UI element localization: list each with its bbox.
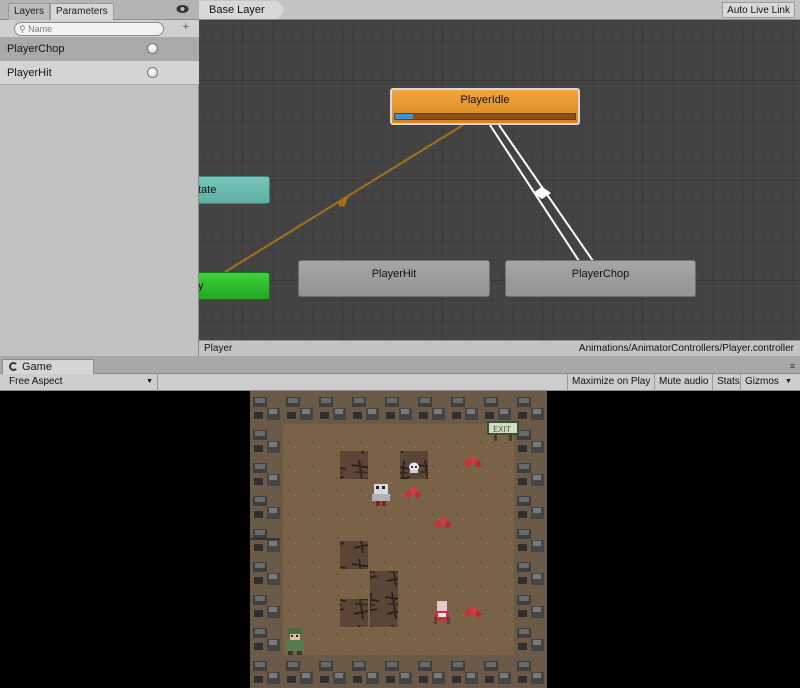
game-controller-icon	[9, 362, 18, 371]
aspect-dropdown[interactable]: Free Aspect ▼	[0, 374, 158, 390]
chevron-down-icon: ▼	[146, 378, 153, 385]
game-viewport[interactable]: EXIT	[0, 391, 800, 688]
state-label: PlayerChop	[571, 268, 630, 280]
controller-name: Player	[204, 343, 233, 354]
game-tabbar: Game ≡	[0, 356, 800, 374]
outer-wall-right	[514, 391, 547, 688]
panel-menu-icon[interactable]: ≡	[790, 361, 795, 371]
outer-wall-bottom	[250, 655, 547, 688]
animator-graph[interactable]: Base Layer Auto Live Link PlayerIdle tat…	[199, 0, 800, 356]
state-player-chop[interactable]: PlayerChop	[505, 260, 696, 297]
search-icon: ⚲	[19, 24, 26, 34]
gizmos-label: Gizmos	[745, 376, 779, 387]
state-label: PlayerHit	[371, 268, 417, 280]
state-label: tate	[199, 184, 217, 196]
exit-sign-label: EXIT	[493, 425, 511, 434]
chevron-down-icon: ▼	[784, 378, 792, 385]
game-toolbar: Free Aspect ▼ Maximize on Play Mute audi…	[0, 374, 800, 391]
search-placeholder: Name	[28, 24, 53, 34]
aspect-value: Free Aspect	[9, 376, 63, 387]
auto-live-link-button[interactable]: Auto Live Link	[722, 2, 795, 18]
panel-tabbar: Layers Parameters	[0, 0, 199, 20]
tab-game[interactable]: Game	[2, 359, 94, 374]
parameter-row-playerchop[interactable]: PlayerChop	[0, 37, 199, 61]
parameter-name: PlayerHit	[7, 67, 52, 79]
mute-audio-button[interactable]: Mute audio	[654, 374, 712, 390]
inner-wall	[340, 599, 368, 627]
parameters-panel: Layers Parameters ⚲ Name + PlayerChop Pl…	[0, 0, 199, 356]
search-input[interactable]: ⚲ Name	[14, 22, 164, 36]
tab-game-label: Game	[22, 361, 52, 373]
player-character-icon[interactable]	[286, 628, 304, 655]
transition-wires	[224, 124, 594, 273]
tab-layers[interactable]: Layers	[8, 3, 51, 20]
state-label: PlayerIdle	[460, 94, 510, 106]
parameter-name: PlayerChop	[7, 43, 65, 55]
maximize-on-play-button[interactable]: Maximize on Play	[567, 374, 654, 390]
parameter-row-playerhit[interactable]: PlayerHit	[0, 61, 199, 85]
tab-parameters[interactable]: Parameters	[50, 3, 114, 20]
trigger-radio[interactable]	[147, 43, 158, 54]
state-progress-bar	[394, 113, 576, 120]
inner-wall	[370, 599, 398, 627]
search-row: ⚲ Name +	[0, 20, 199, 38]
skull-icon	[409, 462, 419, 473]
state-entry[interactable]: y	[199, 272, 270, 300]
trigger-radio[interactable]	[147, 67, 158, 78]
controller-path: Animations/AnimatorControllers/Player.co…	[578, 343, 794, 354]
add-parameter-icon[interactable]: +	[183, 21, 189, 33]
state-any-state[interactable]: tate	[199, 176, 270, 204]
gizmos-dropdown[interactable]: Gizmos ▼	[740, 374, 795, 390]
eye-icon[interactable]	[176, 4, 189, 14]
inner-wall	[340, 451, 368, 479]
state-player-hit[interactable]: PlayerHit	[298, 260, 490, 297]
inner-wall	[370, 571, 398, 599]
state-player-idle[interactable]: PlayerIdle	[390, 88, 580, 125]
graph-header: Base Layer Auto Live Link	[199, 0, 800, 20]
state-progress-fill	[395, 114, 413, 119]
outer-wall-top	[250, 391, 547, 424]
game-board: EXIT	[250, 391, 547, 688]
inner-wall	[340, 541, 368, 569]
graph-footer: Player Animations/AnimatorControllers/Pl…	[199, 340, 800, 356]
state-label: y	[199, 280, 204, 292]
transition-arrow-icon	[335, 196, 349, 207]
breadcrumb[interactable]: Base Layer	[199, 1, 285, 19]
